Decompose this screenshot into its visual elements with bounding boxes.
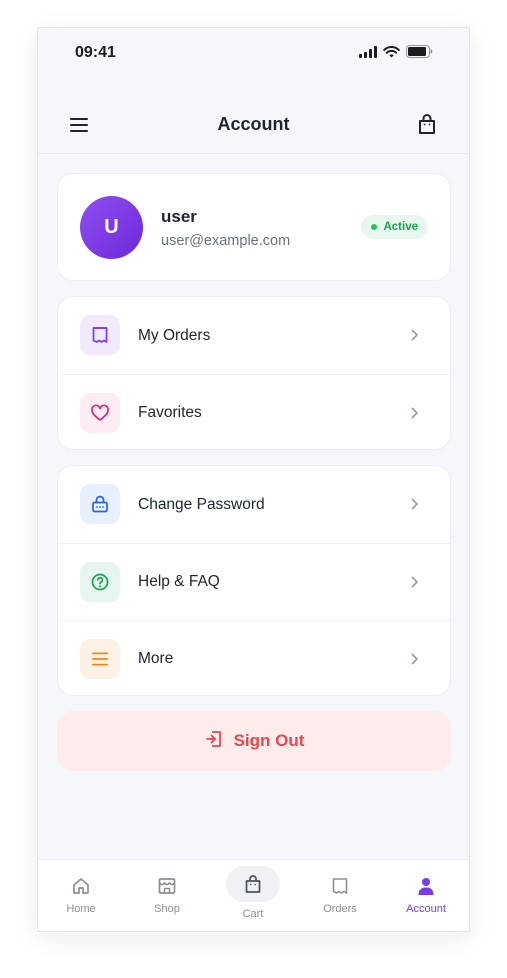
menu-group-primary: My Orders Favorites [57, 296, 451, 450]
bag-icon [241, 872, 265, 896]
store-icon [155, 874, 179, 898]
tab-label: Home [66, 903, 96, 915]
phone-screen: 09:41 Account U user user@example.com Ac… [37, 27, 470, 932]
status-dot [371, 224, 378, 230]
tab-label: Orders [323, 903, 357, 915]
chevron-right-icon [408, 405, 422, 421]
question-icon [80, 562, 120, 602]
status-badge: Active [361, 215, 428, 239]
menu-group-secondary: Change Password Help & FAQ More [57, 465, 451, 696]
avatar: U [80, 196, 143, 259]
tab-shop[interactable]: Shop [124, 860, 210, 931]
menu-item-favorites[interactable]: Favorites [58, 374, 450, 451]
wifi-icon [383, 45, 400, 63]
sign-out-icon [204, 729, 224, 754]
user-icon [414, 874, 438, 898]
tab-home[interactable]: Home [38, 860, 124, 931]
tab-label: Cart [242, 908, 264, 920]
tab-cart[interactable]: Cart [210, 860, 296, 931]
chevron-right-icon [408, 574, 422, 590]
battery-icon [406, 45, 433, 63]
sign-out-label: Sign Out [233, 731, 305, 750]
menu-item-label: Favorites [138, 404, 202, 421]
menu-item-my-orders[interactable]: My Orders [58, 297, 450, 374]
menu-item-change-password[interactable]: Change Password [58, 466, 450, 543]
tab-account[interactable]: Account [383, 860, 469, 931]
status-bar: 09:41 [38, 28, 469, 80]
chevron-right-icon [408, 327, 422, 343]
profile-card: U user user@example.com Active [57, 173, 451, 281]
user-name: user [161, 207, 197, 226]
tab-orders[interactable]: Orders [297, 860, 383, 931]
tab-label: Shop [154, 903, 180, 915]
tab-label: Account [406, 903, 446, 915]
status-badge-label: Active [383, 221, 418, 233]
home-icon [69, 874, 93, 898]
menu-item-label: Help & FAQ [138, 573, 220, 590]
signal-icon [359, 45, 377, 63]
menu-item-label: Change Password [138, 495, 265, 513]
receipt-icon [328, 874, 352, 898]
menu-item-help-faq[interactable]: Help & FAQ [58, 543, 450, 620]
chevron-right-icon [408, 496, 422, 512]
menu-item-label: My Orders [138, 326, 211, 344]
sign-out-button[interactable]: Sign Out [57, 711, 451, 771]
bottom-tab-bar: Home Shop Cart Orders Account [38, 859, 469, 931]
receipt-icon [80, 315, 120, 355]
shopping-bag-icon[interactable] [415, 112, 439, 136]
status-time: 09:41 [75, 44, 116, 61]
user-email: user@example.com [161, 233, 291, 249]
menu-item-more[interactable]: More [58, 620, 450, 697]
page-title: Account [217, 114, 290, 134]
menu-item-label: More [138, 650, 174, 667]
lock-icon [80, 484, 120, 524]
heart-icon [80, 393, 120, 433]
list-icon [80, 639, 120, 679]
status-icons [359, 45, 433, 63]
chevron-right-icon [408, 651, 422, 667]
app-bar: Account [38, 98, 469, 154]
